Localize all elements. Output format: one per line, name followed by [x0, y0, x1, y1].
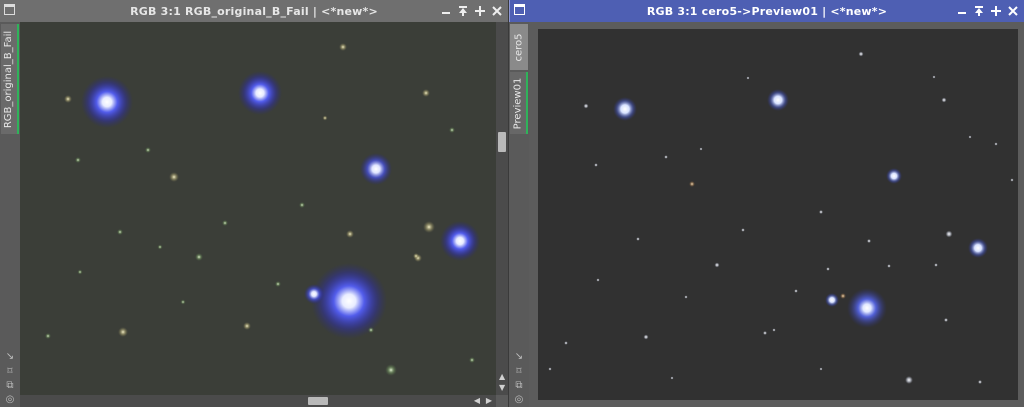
- star-image: [20, 22, 496, 395]
- horizontal-scrollbar[interactable]: ◀ ▶: [20, 395, 496, 407]
- star-image: [538, 29, 1018, 400]
- window-icon: [514, 4, 525, 15]
- clone-icon[interactable]: ⧉: [5, 381, 15, 391]
- close-icon[interactable]: [1006, 4, 1020, 18]
- minimize-icon[interactable]: [439, 4, 453, 18]
- shade-icon[interactable]: [456, 4, 470, 18]
- scroll-left-icon[interactable]: ◀: [474, 397, 480, 405]
- zoom-fit-icon[interactable]: ⌑: [514, 367, 524, 377]
- move-icon[interactable]: ↘: [514, 352, 524, 362]
- scroll-up-icon[interactable]: ▲: [499, 373, 505, 381]
- scroll-down-icon[interactable]: ▼: [499, 384, 505, 392]
- image-viewport[interactable]: [20, 22, 496, 395]
- move-icon[interactable]: ↘: [5, 352, 15, 362]
- minimize-icon[interactable]: [955, 4, 969, 18]
- maximize-icon[interactable]: [473, 4, 487, 18]
- target-icon[interactable]: ◎: [514, 395, 524, 405]
- window-title: RGB 3:1 cero5->Preview01 | <*new*>: [646, 4, 888, 18]
- vertical-scrollbar[interactable]: ▲ ▼: [496, 22, 508, 395]
- side-tab-bar: cero5 Preview01 ↘ ⌑ ⧉ ◎: [509, 22, 529, 407]
- tab-label: cero5: [513, 32, 525, 62]
- image-window-right[interactable]: RGB 3:1 cero5->Preview01 | <*new*> cero5…: [509, 0, 1024, 407]
- maximize-icon[interactable]: [989, 4, 1003, 18]
- tab-rgb-original[interactable]: RGB_original_B_Fail: [1, 24, 19, 134]
- window-title: RGB 3:1 RGB_original_B_Fail | <*new*>: [130, 4, 378, 18]
- close-icon[interactable]: [490, 4, 504, 18]
- target-icon[interactable]: ◎: [5, 395, 15, 405]
- shade-icon[interactable]: [972, 4, 986, 18]
- tab-label: Preview01: [512, 77, 524, 129]
- title-bar[interactable]: RGB 3:1 cero5->Preview01 | <*new*>: [509, 0, 1024, 22]
- tab-label: RGB_original_B_Fail: [3, 30, 15, 128]
- tab-cero5[interactable]: cero5: [510, 24, 528, 70]
- side-tab-bar: RGB_original_B_Fail ↘ ⌑ ⧉ ◎: [0, 22, 20, 407]
- image-window-left[interactable]: RGB 3:1 RGB_original_B_Fail | <*new*> RG…: [0, 0, 508, 407]
- scroll-right-icon[interactable]: ▶: [486, 397, 492, 405]
- clone-icon[interactable]: ⧉: [514, 381, 524, 391]
- tab-preview01[interactable]: Preview01: [510, 72, 528, 134]
- title-bar[interactable]: RGB 3:1 RGB_original_B_Fail | <*new*>: [0, 0, 508, 22]
- zoom-fit-icon[interactable]: ⌑: [5, 367, 15, 377]
- horizontal-scroll-thumb[interactable]: [308, 397, 328, 405]
- vertical-scroll-thumb[interactable]: [498, 132, 506, 152]
- window-icon: [4, 4, 15, 15]
- preview-viewport[interactable]: [538, 29, 1018, 400]
